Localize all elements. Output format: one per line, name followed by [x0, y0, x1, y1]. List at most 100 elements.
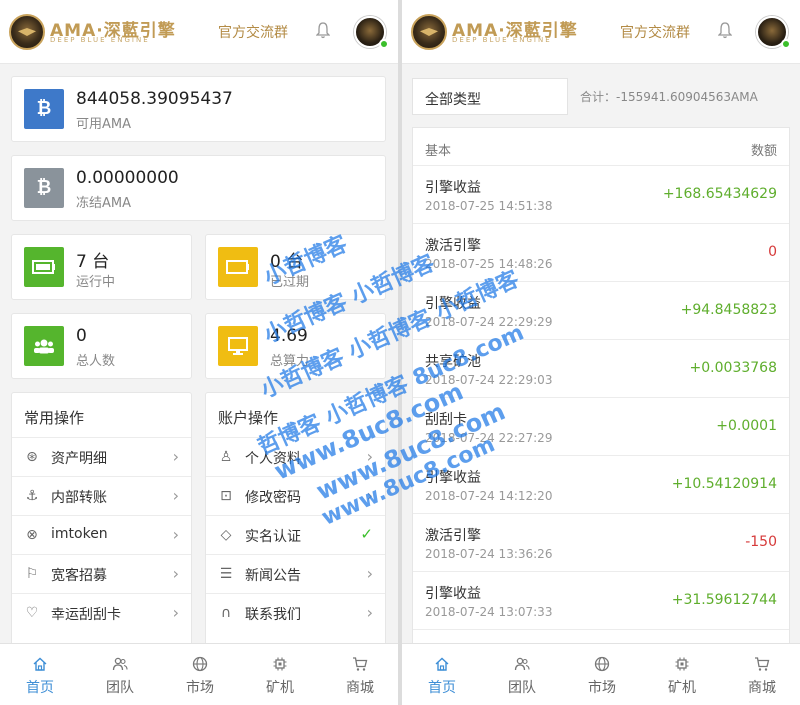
team-icon: [112, 657, 128, 671]
battery-empty-icon: [218, 247, 258, 287]
official-group-link[interactable]: 官方交流群: [620, 22, 690, 42]
chevron-right-icon: ›: [172, 525, 179, 544]
flag-icon: ⚐: [25, 566, 39, 582]
globe-icon: [192, 656, 208, 672]
frozen-balance-card: ₿ 0.00000000 冻结AMA: [11, 155, 386, 221]
ledger-row[interactable]: 共享矿池 2018-07-24 22:29:03 +0.0033768: [413, 340, 789, 398]
running-machines-card[interactable]: 7 台 运行中: [11, 234, 192, 300]
row-amount: 0: [768, 244, 777, 260]
chevron-right-icon: ›: [366, 564, 373, 583]
tab-market[interactable]: 市场: [562, 644, 642, 705]
tab-label: 商城: [748, 680, 776, 696]
row-timestamp: 2018-07-24 14:12:20: [425, 489, 553, 503]
row-title: 激活引擎: [425, 238, 481, 254]
menu-item-profile[interactable]: ♙ 个人资料 ›: [206, 437, 385, 476]
row-amount: -150: [745, 534, 777, 550]
cart-icon: [755, 657, 770, 671]
ledger-row[interactable]: 引擎收益 2018-07-24 13:07:33 +31.59612744: [413, 572, 789, 630]
row-title: 刮刮卡: [425, 412, 467, 428]
menu-item-imtoken[interactable]: ⊗ imtoken ›: [12, 515, 191, 554]
tab-team[interactable]: 团队: [80, 644, 160, 705]
section-title: 常用操作: [24, 409, 85, 427]
tab-team[interactable]: 团队: [482, 644, 562, 705]
expired-machines-card[interactable]: 0 台 已过期: [205, 234, 386, 300]
stat-value: 4.69: [270, 326, 308, 346]
menu-item-label: 宽客招募: [51, 568, 107, 584]
tab-home[interactable]: 首页: [0, 644, 80, 705]
heart-icon: ♡: [25, 605, 39, 621]
menu-item-label: 联系我们: [245, 607, 301, 623]
row-amount: +10.54120914: [671, 476, 777, 492]
row-timestamp: 2018-07-24 13:07:33: [425, 605, 553, 619]
menu-item-label: 个人资料: [245, 451, 301, 467]
menu-item-label: 幸运刮刮卡: [51, 607, 121, 623]
chevron-right-icon: ›: [172, 486, 179, 505]
menu-item-real-name-verification[interactable]: ◇ 实名认证 ✓: [206, 515, 385, 554]
total-hashrate-card[interactable]: 4.69 总算力: [205, 313, 386, 379]
menu-item-contact-us[interactable]: ∩ 联系我们 ›: [206, 593, 385, 632]
asset-detail-screen: AMA·深藍引擎 DEEP BLUE ENGINE 官方交流群 全部类型 合计：…: [402, 0, 800, 705]
type-filter-select[interactable]: 全部类型: [412, 78, 568, 115]
menu-item-label: 新闻公告: [245, 568, 301, 584]
list-icon: ☰: [219, 566, 233, 582]
ledger-row[interactable]: 刮刮卡 2018-07-24 22:27:29 +0.0001: [413, 398, 789, 456]
bell-icon[interactable]: [718, 22, 732, 39]
tab-label: 团队: [106, 680, 134, 696]
menu-item-change-password[interactable]: ⊡ 修改密码 ›: [206, 476, 385, 515]
account-operations-panel: 账户操作 ♙ 个人资料 › ⊡ 修改密码 › ◇ 实名认证 ✓ ☰ 新闻公告 ›…: [205, 392, 386, 648]
team-icon: [514, 657, 530, 671]
menu-item-internal-transfer[interactable]: ⚓ 内部转账 ›: [12, 476, 191, 515]
menu-item-news[interactable]: ☰ 新闻公告 ›: [206, 554, 385, 593]
tab-miner[interactable]: 矿机: [240, 644, 320, 705]
official-group-link[interactable]: 官方交流群: [218, 22, 288, 42]
online-status-dot: [781, 39, 791, 49]
brand-logo[interactable]: [9, 14, 45, 50]
ledger-row[interactable]: 激活引擎 2018-07-25 14:48:26 0: [413, 224, 789, 282]
tab-label: 商城: [346, 680, 374, 696]
ledger-list[interactable]: 基本 数额 引擎收益 2018-07-25 14:51:38 +168.654346…: [412, 127, 790, 647]
row-amount: +168.65434629: [662, 186, 777, 202]
stat-value: 0 台: [270, 252, 304, 272]
tab-mall[interactable]: 商城: [722, 644, 800, 705]
bottom-tab-bar: 首页 团队 市场 矿机 商城: [0, 643, 398, 705]
column-header-basic: 基本: [425, 144, 452, 159]
bell-icon[interactable]: [316, 22, 330, 39]
chevron-right-icon: ›: [366, 603, 373, 622]
row-timestamp: 2018-07-25 14:51:38: [425, 199, 553, 213]
menu-item-label: 资产明细: [51, 451, 107, 467]
row-title: 引擎收益: [425, 180, 481, 196]
row-amount: +31.59612744: [671, 592, 777, 608]
menu-item-quant-recruit[interactable]: ⚐ 宽客招募 ›: [12, 554, 191, 593]
row-timestamp: 2018-07-24 22:29:03: [425, 373, 553, 387]
total-members-card[interactable]: 0 总人数: [11, 313, 192, 379]
filter-value: 全部类型: [425, 92, 481, 108]
menu-item-asset-detail[interactable]: ⊛ 资产明细 ›: [12, 437, 191, 476]
section-title: 账户操作: [218, 409, 279, 427]
menu-item-label: imtoken: [51, 526, 108, 542]
tab-home[interactable]: 首页: [402, 644, 482, 705]
row-amount: +0.0001: [716, 418, 777, 434]
home-icon: [435, 657, 449, 671]
ledger-total: 合计：-155941.60904563AMA: [580, 90, 758, 104]
tab-label: 首页: [428, 680, 456, 696]
tab-market[interactable]: 市场: [160, 644, 240, 705]
home-screen: AMA·深藍引擎 DEEP BLUE ENGINE 官方交流群 ₿ 844058…: [0, 0, 398, 705]
menu-item-lucky-scratch-card[interactable]: ♡ 幸运刮刮卡 ›: [12, 593, 191, 632]
row-timestamp: 2018-07-24 13:36:26: [425, 547, 553, 561]
tab-mall[interactable]: 商城: [320, 644, 398, 705]
tab-label: 市场: [186, 680, 214, 696]
brand-logo[interactable]: [411, 14, 447, 50]
ledger-row[interactable]: 引擎收益 2018-07-24 22:29:29 +94.8458823: [413, 282, 789, 340]
tab-miner[interactable]: 矿机: [642, 644, 722, 705]
ledger-row[interactable]: 引擎收益 2018-07-25 14:51:38 +168.65434629: [413, 166, 789, 224]
ledger-row[interactable]: 激活引擎 2018-07-24 13:36:26 -150: [413, 514, 789, 572]
stat-label: 已过期: [270, 275, 310, 290]
aperture-icon: ⊗: [26, 527, 38, 543]
stat-value: 0: [76, 326, 87, 346]
cart-icon: [353, 657, 368, 671]
common-operations-panel: 常用操作 ⊛ 资产明细 › ⚓ 内部转账 › ⊗ imtoken › ⚐ 宽客招…: [11, 392, 192, 648]
menu-item-label: 修改密码: [245, 490, 301, 506]
ledger-row[interactable]: 引擎收益 2018-07-24 14:12:20 +10.54120914: [413, 456, 789, 514]
chip-icon: [273, 657, 287, 671]
balance-label: 可用AMA: [76, 117, 132, 132]
